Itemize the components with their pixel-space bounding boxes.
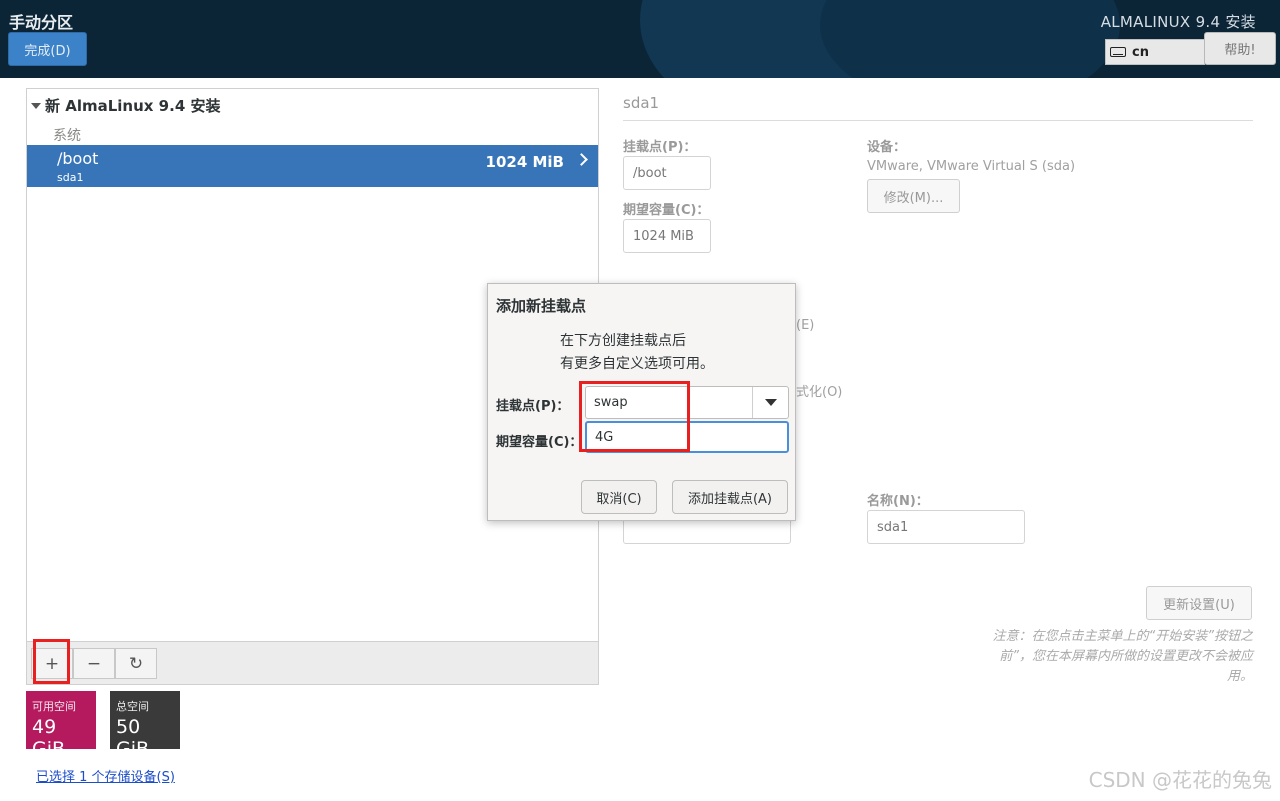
encrypt-label-partial: (E) — [796, 318, 815, 333]
capacity-field[interactable]: 1024 MiB — [623, 219, 711, 253]
mount-row-boot[interactable]: /boot sda1 1024 MiB — [27, 145, 598, 187]
name-label: 名称(N)： — [867, 494, 929, 509]
total-space-label: 总空间 — [116, 700, 149, 713]
settings-note: 注意：在您点击主菜单上的“开始安装”按钮之 前”，您在本屏幕内所做的设置更改不会… — [960, 627, 1253, 687]
highlight-add-button — [33, 639, 70, 684]
mount-point-field[interactable]: /boot — [623, 156, 711, 190]
format-label-partial: 式化(O) — [796, 385, 843, 400]
section-label-system: 系统 — [53, 128, 81, 144]
install-title: ALMALINUX 9.4 安装 — [1100, 13, 1256, 31]
total-space-box: 总空间 50 GiB — [110, 691, 180, 760]
selected-storage-link[interactable]: 已选择 1 个存储设备(S) — [36, 766, 175, 785]
watermark: CSDN @花花的兔兔 — [1088, 768, 1272, 792]
help-button[interactable]: 帮助! — [1204, 32, 1276, 65]
update-settings-button[interactable]: 更新设置(U) — [1146, 586, 1252, 620]
install-tree-header[interactable]: 新 AlmaLinux 9.4 安装 — [31, 95, 220, 116]
mount-point-label: 挂载点(P)： — [623, 140, 697, 155]
keyboard-layout-label: cn — [1132, 44, 1149, 60]
available-space-value: 49 GiB — [32, 716, 66, 760]
note-line: 前”，您在本屏幕内所做的设置更改不会被应 — [999, 649, 1253, 664]
dialog-message-line: 有更多自定义选项可用。 — [560, 356, 714, 372]
dialog-message: 在下方创建挂载点后 有更多自定义选项可用。 — [560, 330, 714, 376]
refresh-button[interactable]: ↻ — [115, 648, 157, 679]
done-button[interactable]: 完成(D) — [8, 32, 87, 66]
partition-toolbar: + − ↻ — [27, 641, 598, 684]
total-space-value: 50 GiB — [116, 716, 150, 760]
chevron-down-icon — [764, 399, 777, 406]
dialog-capacity-label: 期望容量(C)： — [496, 435, 583, 450]
remove-mount-point-button[interactable]: − — [73, 648, 115, 679]
available-space-box: 可用空间 49 GiB — [26, 691, 96, 760]
mount-size: 1024 MiB — [485, 153, 564, 171]
cancel-button[interactable]: 取消(C) — [581, 480, 657, 514]
partition-title: sda1 — [623, 94, 660, 112]
dialog-title: 添加新挂载点 — [496, 297, 587, 315]
keyboard-layout-indicator[interactable]: cn — [1105, 39, 1205, 65]
divider — [623, 120, 1253, 121]
keyboard-icon — [1110, 47, 1126, 57]
add-mount-point-confirm-button[interactable]: 添加挂载点(A) — [672, 480, 788, 514]
device-label: 设备： — [867, 140, 907, 155]
expander-icon[interactable] — [31, 102, 41, 109]
capacity-label: 期望容量(C)： — [623, 203, 710, 218]
dialog-mount-point-label: 挂载点(P)： — [496, 399, 570, 414]
device-value: VMware, VMware Virtual S (sda) — [867, 159, 1076, 174]
name-field[interactable]: sda1 — [867, 510, 1025, 544]
highlight-dialog-fields — [579, 381, 690, 452]
dropdown-button[interactable] — [752, 387, 788, 418]
note-line: 用。 — [1226, 669, 1253, 684]
note-line: 注意：在您点击主菜单上的“开始安装”按钮之 — [992, 629, 1253, 644]
install-tree-title: 新 AlmaLinux 9.4 安装 — [45, 97, 221, 115]
header-bar: 手动分区 完成(D) ALMALINUX 9.4 安装 cn 帮助! — [0, 0, 1280, 78]
mount-point-name: /boot — [57, 149, 99, 168]
chevron-right-icon — [575, 153, 588, 166]
background-decoration — [820, 0, 1120, 78]
page-title: 手动分区 — [9, 13, 74, 32]
available-space-label: 可用空间 — [32, 700, 76, 713]
dialog-message-line: 在下方创建挂载点后 — [560, 333, 686, 349]
modify-button[interactable]: 修改(M)... — [867, 179, 960, 213]
mount-device: sda1 — [57, 171, 84, 184]
